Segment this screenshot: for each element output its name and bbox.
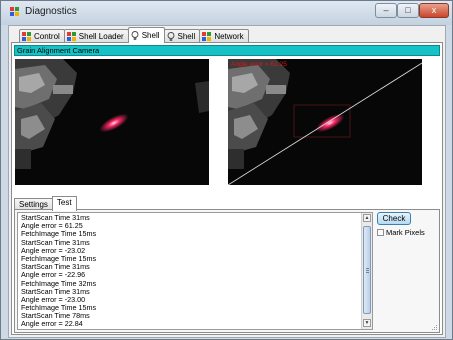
close-button[interactable]: x <box>419 3 449 18</box>
analyzed-camera-image <box>228 59 422 185</box>
scroll-thumb[interactable] <box>363 226 371 314</box>
check-button[interactable]: Check <box>377 212 411 225</box>
maximize-icon: □ <box>405 5 411 15</box>
tab-label: Control <box>34 32 60 41</box>
close-icon: x <box>431 5 437 15</box>
scroll-up-icon[interactable]: ▲ <box>363 214 371 222</box>
scroll-down-icon[interactable]: ▼ <box>363 319 371 327</box>
blocks-icon <box>66 32 76 41</box>
camera-group-header: Grain Alignment Camera <box>14 45 440 56</box>
log-scrollbar[interactable]: ▲ ▼ <box>361 213 372 329</box>
log-textbox[interactable]: StartScan Time 31ms Angle error = 61.25 Fe… <box>17 212 373 330</box>
log-lines: StartScan Time 31ms Angle error = 61.25 Fe… <box>21 213 359 329</box>
camera-analyzed-view: Angle error = 61.25 <box>228 59 422 185</box>
maximize-button[interactable]: □ <box>397 3 419 18</box>
main-tab-strip: Control Shell Loader Shell Shell Network <box>19 27 249 43</box>
minimize-button[interactable]: – <box>375 3 397 18</box>
tab-control[interactable]: Control <box>19 29 65 43</box>
tab-label: Shell <box>177 32 196 41</box>
mark-pixels-row: Mark Pixels <box>377 228 425 237</box>
tab-test[interactable]: Test <box>51 196 77 211</box>
app-blocks-icon <box>10 7 20 17</box>
lightbulb-icon <box>167 31 174 41</box>
tab-shell-active[interactable]: Shell <box>127 27 165 43</box>
tab-shell[interactable]: Shell <box>163 29 201 43</box>
blocks-icon <box>22 32 31 41</box>
tab-shell-loader[interactable]: Shell Loader <box>63 29 129 43</box>
shell-tab-panel: Grain Alignment Camera Angle error = 61.… <box>11 42 443 335</box>
tab-network[interactable]: Network <box>199 29 249 43</box>
minimize-icon: – <box>383 5 389 15</box>
test-tab-panel: StartScan Time 31ms Angle error = 61.25 Fe… <box>14 209 440 333</box>
diagnostics-window: Diagnostics – □ x Control Shell Loader S… <box>0 0 453 340</box>
title-bar[interactable]: Diagnostics – □ x <box>1 1 452 25</box>
sub-tab-strip: Settings Test <box>14 195 77 211</box>
raw-camera-image <box>15 59 209 185</box>
camera-raw-view <box>15 59 209 185</box>
window-title: Diagnostics <box>25 6 77 17</box>
client-area: Control Shell Loader Shell Shell Network… <box>8 25 446 338</box>
tab-label: Shell Loader <box>78 32 124 41</box>
mark-pixels-label: Mark Pixels <box>386 228 425 237</box>
tab-label: Shell <box>141 31 160 40</box>
tab-label: Network <box>214 32 244 41</box>
mark-pixels-checkbox[interactable] <box>377 229 384 236</box>
resize-grip-icon[interactable] <box>430 323 438 331</box>
blocks-icon <box>202 32 212 41</box>
angle-overlay-text: Angle error = 61.25 <box>231 61 287 68</box>
lightbulb-icon <box>131 30 139 40</box>
log-line: FetchImage Time 16ms <box>21 328 359 329</box>
